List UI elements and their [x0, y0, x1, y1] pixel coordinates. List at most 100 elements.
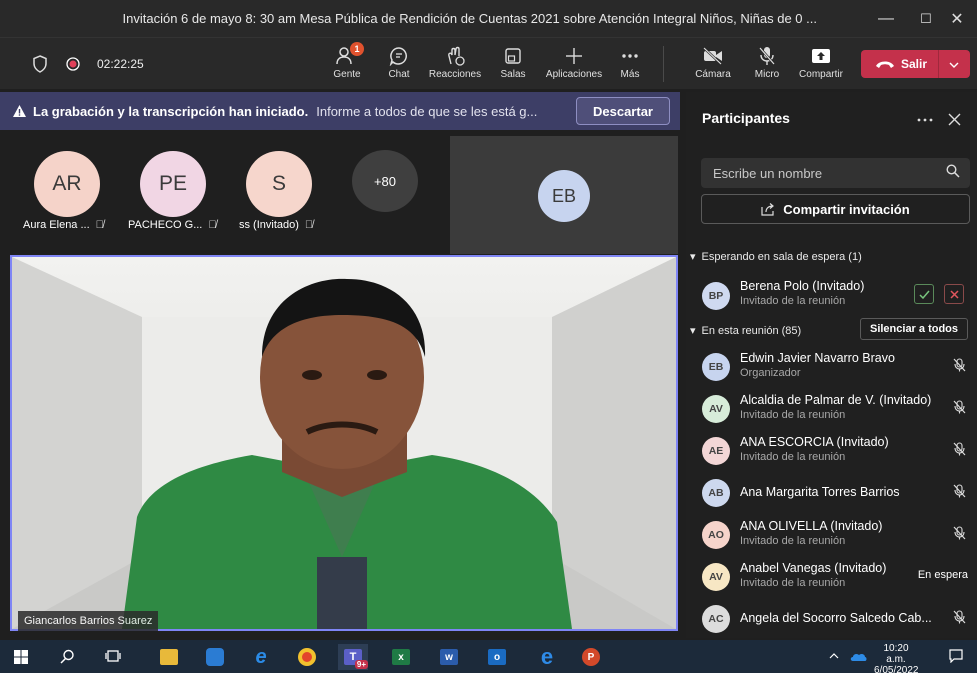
outlook-icon[interactable]: o — [488, 649, 506, 665]
avatar-initials: AV — [709, 571, 723, 583]
avatar-ar[interactable]: AR — [34, 151, 100, 217]
more-participants-tile[interactable]: +80 — [352, 150, 418, 212]
participant-row[interactable]: AE ANA ESCORCIA (Invitado) Invitado de la … — [700, 432, 970, 470]
participant-role: Organizador — [740, 367, 801, 379]
waiting-section-header[interactable]: ▾ Esperando en sala de espera (1) — [690, 250, 862, 264]
participant-name: Alcaldia de Palmar de V. (Invitado) — [740, 393, 932, 407]
word-icon[interactable]: w — [440, 649, 458, 665]
avatar: AV — [702, 395, 730, 423]
chat-button[interactable]: Chat — [384, 44, 414, 88]
search-placeholder: Escribe un nombre — [713, 165, 823, 181]
more-button[interactable]: Más — [617, 44, 643, 88]
mic-button[interactable]: Micro — [750, 44, 784, 88]
rooms-icon — [504, 44, 522, 68]
participant-name: ANA OLIVELLA (Invitado) — [740, 519, 883, 533]
chevron-down-icon[interactable] — [939, 57, 969, 71]
mute-all-button[interactable]: Silenciar a todos — [860, 318, 968, 340]
clock[interactable]: 10:20 a.m. 6/05/2022 — [874, 643, 919, 673]
apps-button[interactable]: Aplicaciones — [543, 44, 605, 88]
admit-button[interactable] — [914, 284, 934, 304]
meeting-section-header[interactable]: ▾ En esta reunión (85) — [690, 324, 801, 338]
panel-close-icon[interactable] — [948, 113, 961, 126]
participant-role: Invitado de la reunión — [740, 577, 846, 589]
edge-icon[interactable]: e — [536, 644, 558, 669]
participant-name: Edwin Javier Navarro Bravo — [740, 351, 895, 365]
panel-title: Participantes — [702, 110, 790, 126]
participant-row[interactable]: AV Anabel Vanegas (Invitado) Invitado de l… — [700, 558, 970, 596]
tile-name-s: ss (Invitado) 🎙̸ — [239, 219, 313, 231]
participant-row[interactable]: AB Ana Margarita Torres Barrios — [700, 474, 970, 512]
camera-button[interactable]: Cámara — [693, 44, 733, 88]
banner-bold-text: La grabación y la transcripción han inic… — [33, 103, 309, 119]
share-screen-icon — [811, 44, 831, 68]
chrome-icon[interactable] — [298, 648, 316, 666]
panel-more-icon[interactable] — [917, 118, 933, 122]
participant-name: Berena Polo (Invitado) — [740, 279, 865, 293]
mic-off-icon — [953, 442, 966, 456]
people-button[interactable]: 1 Gente — [330, 42, 364, 88]
windows-start-icon[interactable] — [14, 650, 28, 664]
reactions-label: Reacciones — [428, 69, 482, 80]
camera-label: Cámara — [695, 69, 731, 80]
maximize-button[interactable]: ☐ — [909, 6, 943, 32]
teams-icon[interactable]: T 9+ — [338, 644, 368, 670]
internet-explorer-icon[interactable]: e — [250, 646, 272, 668]
close-icon — [949, 289, 959, 299]
avatar-initials: AO — [708, 529, 724, 541]
overflow-count: +80 — [373, 173, 397, 189]
participant-role: Invitado de la reunión — [740, 409, 846, 421]
search-icon[interactable] — [60, 649, 75, 664]
participant-row[interactable]: AV Alcaldia de Palmar de V. (Invitado) Inv… — [700, 390, 970, 428]
avatar-initials: AC — [708, 613, 724, 625]
file-explorer-icon[interactable] — [160, 649, 178, 665]
participant-row[interactable]: AC Angela del Socorro Salcedo Cab... — [700, 600, 970, 638]
apps-plus-icon — [565, 44, 583, 68]
deny-button[interactable] — [944, 284, 964, 304]
teams-badge: 9+ — [354, 660, 368, 669]
mic-off-icon — [953, 526, 966, 540]
reactions-button[interactable]: Reacciones — [428, 44, 482, 88]
dismiss-button[interactable]: Descartar — [576, 97, 670, 125]
reactions-icon — [445, 44, 465, 68]
rooms-button[interactable]: Salas — [498, 44, 528, 88]
windows-taskbar: e T 9+ x w o e P 10:20 a.m. 6/05/2022 — [0, 640, 977, 673]
powerpoint-icon[interactable]: P — [582, 648, 600, 666]
tile-name-ar: Aura Elena ... 🎙̸ — [23, 219, 104, 231]
share-screen-button[interactable]: Compartir — [796, 44, 846, 88]
avatar: EB — [702, 353, 730, 381]
participant-row[interactable]: AO ANA OLIVELLA (Invitado) Invitado de la … — [700, 516, 970, 554]
banner-message: Informe a todos de que se les está g... — [316, 103, 538, 119]
avatar-s[interactable]: S — [246, 151, 312, 217]
store-icon[interactable] — [206, 648, 224, 666]
participant-search-input[interactable]: Escribe un nombre — [701, 158, 970, 188]
share-invite-label: Compartir invitación — [783, 201, 910, 217]
camera-off-icon — [702, 44, 724, 68]
mic-off-icon — [953, 484, 966, 498]
avatar: AO — [702, 521, 730, 549]
excel-icon[interactable]: x — [392, 649, 410, 665]
participant-row[interactable]: EB Edwin Javier Navarro Bravo Organizador — [700, 348, 970, 386]
avatar-pe[interactable]: PE — [140, 151, 206, 217]
chevron-down-icon: ▾ — [690, 325, 696, 337]
avatar: AB — [702, 479, 730, 507]
share-invite-button[interactable]: Compartir invitación — [701, 194, 970, 224]
tray-chevron-icon[interactable] — [829, 653, 839, 659]
tile-name: PACHECO G... — [128, 219, 203, 231]
featured-tile[interactable]: EB — [450, 136, 678, 254]
close-window-button[interactable]: ✕ — [940, 6, 974, 32]
avatar-initials: EB — [708, 361, 724, 373]
avatar: AE — [702, 437, 730, 465]
minimize-button[interactable]: — — [869, 6, 903, 32]
chat-label: Chat — [388, 69, 410, 80]
speaker-video[interactable] — [10, 255, 678, 631]
notification-icon[interactable] — [949, 649, 963, 663]
avatar-initials: BP — [708, 290, 724, 302]
waiting-participant-row[interactable]: BP Berena Polo (Invitado) Invitado de la… — [700, 276, 970, 314]
tile-name: ss (Invitado) — [239, 219, 299, 231]
shield-icon[interactable] — [32, 55, 48, 73]
mic-off-icon — [953, 610, 966, 624]
task-view-icon[interactable] — [105, 649, 121, 663]
leave-label: Salir — [901, 57, 928, 71]
leave-button[interactable]: Salir — [861, 50, 970, 78]
onedrive-icon[interactable] — [849, 651, 867, 662]
